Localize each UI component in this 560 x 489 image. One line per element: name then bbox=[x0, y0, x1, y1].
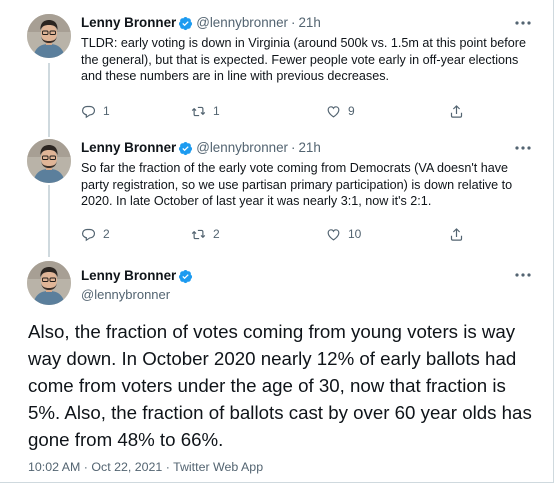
avatar[interactable] bbox=[27, 14, 71, 58]
retweet-button[interactable]: 2 bbox=[191, 225, 220, 243]
heart-icon bbox=[326, 227, 341, 242]
thread-connector-line bbox=[48, 185, 50, 257]
like-count: 10 bbox=[348, 227, 362, 241]
share-button[interactable] bbox=[449, 102, 464, 120]
heart-icon bbox=[326, 104, 341, 119]
reply-count: 2 bbox=[103, 227, 110, 241]
verified-badge-icon bbox=[178, 141, 193, 156]
avatar[interactable] bbox=[27, 139, 71, 183]
thread-connector-line bbox=[48, 63, 50, 137]
retweet-count: 1 bbox=[213, 104, 220, 118]
author-handle[interactable]: @lennybronner bbox=[196, 15, 288, 31]
reply-bubble-icon bbox=[81, 104, 96, 119]
retweet-button[interactable]: 1 bbox=[191, 102, 220, 120]
author-name[interactable]: Lenny Bronner bbox=[81, 140, 176, 156]
tweet-actions: 2 2 10 bbox=[81, 225, 471, 243]
author-handle[interactable]: @lennybronner bbox=[81, 287, 170, 302]
retweet-count: 2 bbox=[213, 227, 220, 241]
verified-badge-icon bbox=[178, 16, 193, 31]
tweet-thread: Lenny Bronner @lennybronner · 21h TLDR: … bbox=[0, 0, 554, 483]
author-name[interactable]: Lenny Bronner bbox=[81, 268, 176, 284]
tweet-text: So far the fraction of the early vote co… bbox=[81, 161, 513, 208]
verified-badge-icon bbox=[178, 269, 193, 284]
tweet-time[interactable]: 21h bbox=[298, 15, 320, 31]
reply-button[interactable]: 1 bbox=[81, 102, 110, 120]
main-tweet-text: Also, the fraction of votes coming from … bbox=[28, 321, 532, 450]
author-name[interactable]: Lenny Bronner bbox=[81, 15, 176, 31]
separator-dot: · bbox=[291, 140, 296, 155]
more-dots-icon[interactable] bbox=[513, 141, 533, 155]
tweet-text: TLDR: early voting is down in Virginia (… bbox=[81, 36, 526, 83]
retweet-icon bbox=[191, 104, 206, 119]
retweet-icon bbox=[191, 227, 206, 242]
reply-bubble-icon bbox=[81, 227, 96, 242]
tweet-header: Lenny Bronner @lennybronner · 21h bbox=[81, 15, 321, 31]
share-upload-icon bbox=[449, 227, 464, 242]
like-count: 9 bbox=[348, 104, 355, 118]
main-author-name-row: Lenny Bronner bbox=[81, 268, 196, 284]
author-handle[interactable]: @lennybronner bbox=[196, 140, 288, 156]
tweet-time[interactable]: 21h bbox=[298, 140, 320, 156]
tweet-header: Lenny Bronner @lennybronner · 21h bbox=[81, 140, 321, 156]
tweet-timestamp[interactable]: 10:02 AM · Oct 22, 2021 · Twitter Web Ap… bbox=[28, 460, 263, 474]
reply-button[interactable]: 2 bbox=[81, 225, 110, 243]
more-dots-icon[interactable] bbox=[513, 268, 533, 282]
tweet-actions: 1 1 9 bbox=[81, 102, 471, 120]
separator-dot: · bbox=[291, 15, 296, 30]
share-button[interactable] bbox=[449, 225, 464, 243]
avatar[interactable] bbox=[27, 261, 71, 305]
reply-count: 1 bbox=[103, 104, 110, 118]
share-upload-icon bbox=[449, 104, 464, 119]
like-button[interactable]: 9 bbox=[326, 102, 355, 120]
like-button[interactable]: 10 bbox=[326, 225, 361, 243]
more-dots-icon[interactable] bbox=[513, 16, 533, 30]
